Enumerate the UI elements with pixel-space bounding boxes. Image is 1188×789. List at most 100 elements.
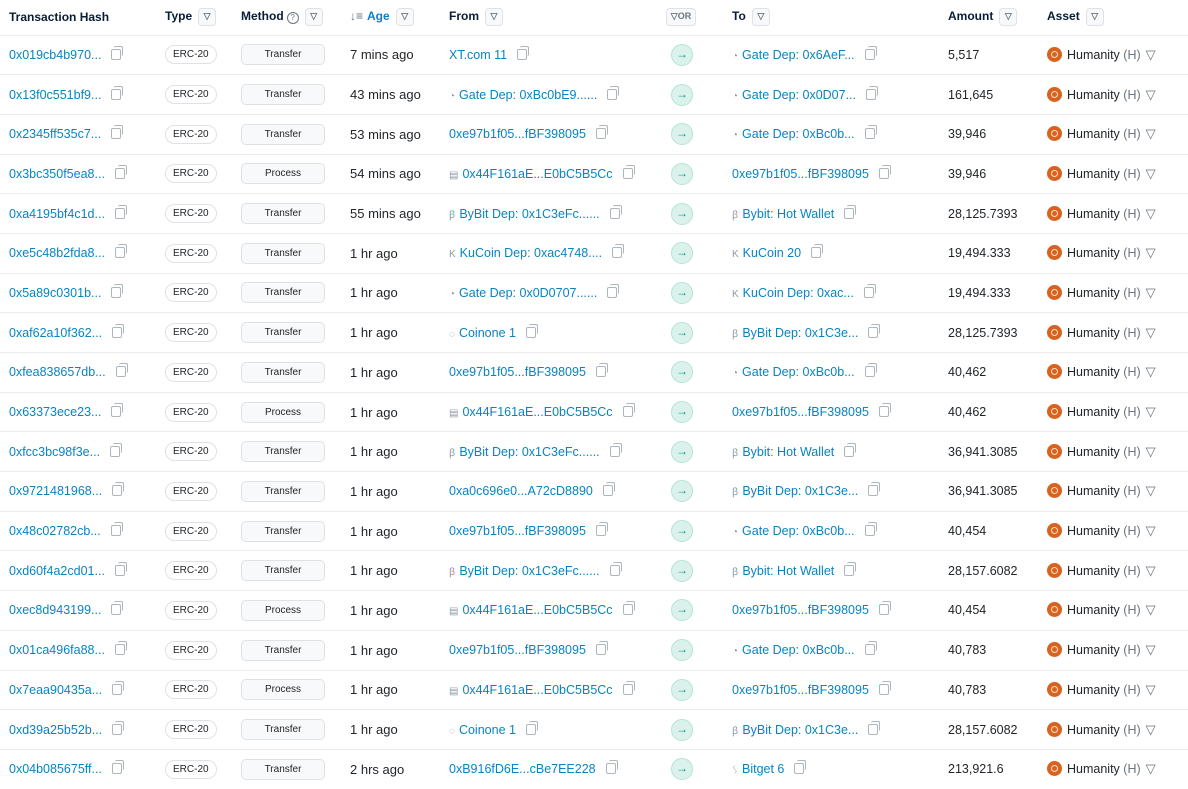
copy-icon[interactable] <box>794 760 807 775</box>
asset-name[interactable]: Humanity <box>1067 127 1120 141</box>
copy-icon[interactable] <box>864 45 877 60</box>
asset-name[interactable]: Humanity <box>1067 207 1120 221</box>
to-address-link[interactable]: Gate Dep: 0x6AeF... <box>742 48 855 62</box>
filter-icon[interactable]: ▽ <box>1146 682 1156 697</box>
filter-icon[interactable]: ▽ <box>1146 563 1156 578</box>
copy-icon[interactable] <box>112 323 125 338</box>
filter-icon[interactable]: ▽ <box>1146 285 1156 300</box>
transaction-hash-link[interactable]: 0xfcc3bc98f3e... <box>9 445 100 459</box>
from-address-link[interactable]: ByBit Dep: 0x1C3eFc...... <box>459 207 599 221</box>
transaction-hash-link[interactable]: 0x019cb4b970... <box>9 48 101 62</box>
filter-icon[interactable]: ▽ <box>751 8 770 27</box>
copy-icon[interactable] <box>112 680 125 695</box>
to-address-link[interactable]: Gate Dep: 0xBc0b... <box>742 365 855 379</box>
copy-icon[interactable] <box>866 85 878 100</box>
copy-icon[interactable] <box>111 601 124 616</box>
from-address-link[interactable]: 0xB916fD6E...cBe7EE228 <box>449 762 596 776</box>
from-address-link[interactable]: Coinone 1 <box>459 326 516 340</box>
copy-icon[interactable] <box>114 641 127 656</box>
transaction-hash-link[interactable]: 0x01ca496fa88... <box>9 643 105 657</box>
to-address-link[interactable]: Bybit: Hot Wallet <box>742 564 834 578</box>
from-address-link[interactable]: XT.com 11 <box>449 48 507 62</box>
transaction-hash-link[interactable]: 0xe5c48b2fda8... <box>9 246 105 260</box>
transaction-hash-link[interactable]: 0x63373ece23... <box>9 405 101 419</box>
copy-icon[interactable] <box>607 283 620 298</box>
copy-icon[interactable] <box>111 125 124 140</box>
copy-icon[interactable] <box>844 204 857 219</box>
to-address-link[interactable]: Gate Dep: 0x0D07... <box>742 88 856 102</box>
copy-icon[interactable] <box>868 323 881 338</box>
copy-icon[interactable] <box>110 442 123 457</box>
transaction-hash-link[interactable]: 0xa4195bf4c1d... <box>9 207 105 221</box>
copy-icon[interactable] <box>622 403 635 418</box>
from-address-link[interactable]: Gate Dep: 0x0D0707...... <box>459 286 597 300</box>
transaction-hash-link[interactable]: 0x04b085675ff... <box>9 762 102 776</box>
filter-icon[interactable]: ▽ <box>1146 166 1156 181</box>
transaction-hash-link[interactable]: 0xec8d943199... <box>9 603 101 617</box>
copy-icon[interactable] <box>605 760 618 775</box>
filter-icon[interactable]: ▽ <box>1146 47 1156 62</box>
sort-icon[interactable]: ↓≡ <box>350 9 363 23</box>
copy-icon[interactable] <box>878 403 891 418</box>
to-address-link[interactable]: ByBit Dep: 0x1C3e... <box>742 723 858 737</box>
copy-icon[interactable] <box>111 85 124 100</box>
from-address-link[interactable]: 0x44F161aE...E0bC5B5Cc <box>462 405 612 419</box>
filter-icon[interactable]: ▽ <box>1146 602 1156 617</box>
to-address-link[interactable]: KuCoin 20 <box>743 246 801 260</box>
filter-icon[interactable]: ▽ <box>1146 126 1156 141</box>
from-address-link[interactable]: 0x44F161aE...E0bC5B5Cc <box>462 167 612 181</box>
filter-icon[interactable]: ▽ <box>198 8 217 27</box>
filter-icon[interactable]: ▽ <box>1146 444 1156 459</box>
copy-icon[interactable] <box>111 45 124 60</box>
copy-icon[interactable] <box>595 641 608 656</box>
copy-icon[interactable] <box>868 720 881 735</box>
copy-icon[interactable] <box>609 204 622 219</box>
filter-icon[interactable]: ▽ <box>1146 325 1156 340</box>
copy-icon[interactable] <box>111 403 124 418</box>
from-address-link[interactable]: 0x44F161aE...E0bC5B5Cc <box>462 683 612 697</box>
asset-name[interactable]: Humanity <box>1067 524 1120 538</box>
asset-name[interactable]: Humanity <box>1067 683 1120 697</box>
transaction-hash-link[interactable]: 0xfea838657db... <box>9 365 106 379</box>
filter-icon[interactable]: ▽ <box>1146 761 1156 776</box>
copy-icon[interactable] <box>622 601 635 616</box>
transaction-hash-link[interactable]: 0xaf62a10f362... <box>9 326 102 340</box>
asset-name[interactable]: Humanity <box>1067 762 1120 776</box>
asset-name[interactable]: Humanity <box>1067 484 1120 498</box>
filter-icon[interactable]: ▽ <box>1146 245 1156 260</box>
from-address-link[interactable]: 0xa0c696e0...A72cD8890 <box>449 484 593 498</box>
to-address-link[interactable]: Bitget 6 <box>742 762 784 776</box>
to-address-link[interactable]: Gate Dep: 0xBc0b... <box>742 524 855 538</box>
filter-icon[interactable]: ▽ <box>1146 483 1156 498</box>
copy-icon[interactable] <box>112 720 125 735</box>
copy-icon[interactable] <box>864 363 877 378</box>
to-address-link[interactable]: ByBit Dep: 0x1C3e... <box>742 326 858 340</box>
transaction-hash-link[interactable]: 0x2345ff535c7... <box>9 127 101 141</box>
from-address-link[interactable]: Gate Dep: 0xBc0bE9...... <box>459 88 597 102</box>
asset-name[interactable]: Humanity <box>1067 643 1120 657</box>
copy-icon[interactable] <box>622 680 635 695</box>
copy-icon[interactable] <box>114 204 127 219</box>
asset-name[interactable]: Humanity <box>1067 564 1120 578</box>
copy-icon[interactable] <box>811 244 824 259</box>
copy-icon[interactable] <box>863 283 876 298</box>
copy-icon[interactable] <box>525 720 538 735</box>
asset-name[interactable]: Humanity <box>1067 326 1120 340</box>
from-address-link[interactable]: 0x44F161aE...E0bC5B5Cc <box>462 603 612 617</box>
from-address-link[interactable]: ByBit Dep: 0x1C3eFc...... <box>459 564 599 578</box>
copy-icon[interactable] <box>111 283 124 298</box>
copy-icon[interactable] <box>844 442 857 457</box>
to-address-link[interactable]: ByBit Dep: 0x1C3e... <box>742 484 858 498</box>
transaction-hash-link[interactable]: 0x13f0c551bf9... <box>9 88 101 102</box>
asset-name[interactable]: Humanity <box>1067 365 1120 379</box>
copy-icon[interactable] <box>595 125 608 140</box>
transaction-hash-link[interactable]: 0xd39a25b52b... <box>9 723 102 737</box>
from-address-link[interactable]: 0xe97b1f05...fBF398095 <box>449 643 586 657</box>
to-address-link[interactable]: Gate Dep: 0xBc0b... <box>742 643 855 657</box>
copy-icon[interactable] <box>607 85 620 100</box>
filter-icon[interactable]: ▽ <box>1085 8 1104 27</box>
asset-name[interactable]: Humanity <box>1067 88 1120 102</box>
to-address-link[interactable]: 0xe97b1f05...fBF398095 <box>732 683 869 697</box>
copy-icon[interactable] <box>868 482 881 497</box>
to-address-link[interactable]: 0xe97b1f05...fBF398095 <box>732 603 869 617</box>
